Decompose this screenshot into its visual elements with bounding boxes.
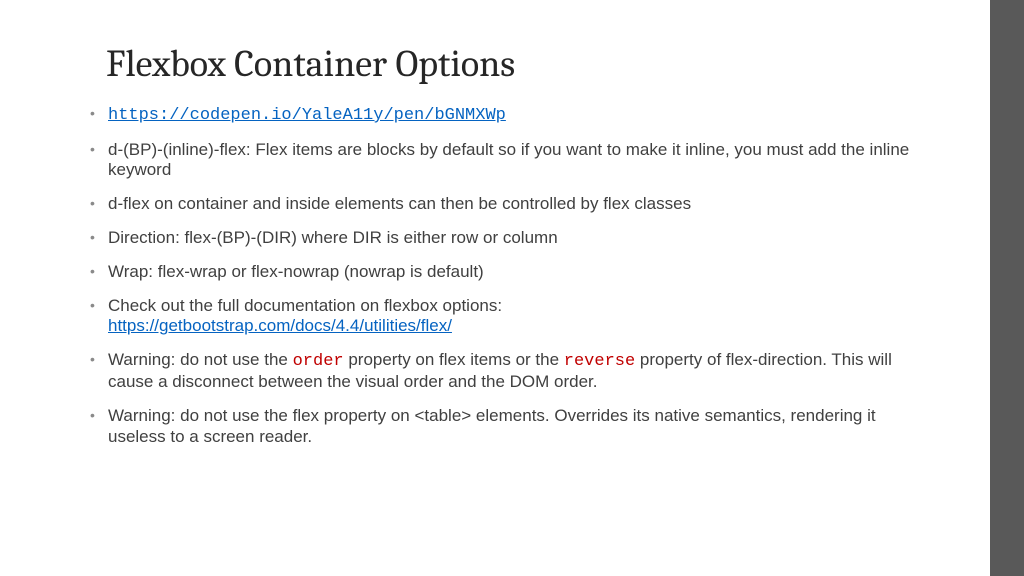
codepen-link[interactable]: https://codepen.io/YaleA11y/pen/bGNMXWp [108,106,506,125]
bullet-item: d-flex on container and inside elements … [108,194,930,214]
code-reverse: reverse [564,352,635,371]
bullet-item: Warning: do not use the flex property on… [108,406,930,446]
bullet-item: Wrap: flex-wrap or flex-nowrap (nowrap i… [108,262,930,282]
bullet-list: https://codepen.io/YaleA11y/pen/bGNMXWp … [108,104,930,447]
code-order: order [293,352,344,371]
bootstrap-docs-link[interactable]: https://getbootstrap.com/docs/4.4/utilit… [108,316,452,335]
side-accent-bar [990,0,1024,576]
bullet-item: Warning: do not use the order property o… [108,350,930,392]
bullet-item: Direction: flex-(BP)-(DIR) where DIR is … [108,228,930,248]
bullet-item: Check out the full documentation on flex… [108,296,930,336]
bullet-item: d-(BP)-(inline)-flex: Flex items are blo… [108,140,930,180]
bullet-text: Warning: do not use the [108,350,293,369]
bullet-text: Check out the full documentation on flex… [108,296,502,315]
bullet-item: https://codepen.io/YaleA11y/pen/bGNMXWp [108,104,930,126]
bullet-text: property on flex items or the [344,350,564,369]
slide-title: Flexbox Container Options [106,42,930,86]
slide-body: Flexbox Container Options https://codepe… [0,0,990,576]
